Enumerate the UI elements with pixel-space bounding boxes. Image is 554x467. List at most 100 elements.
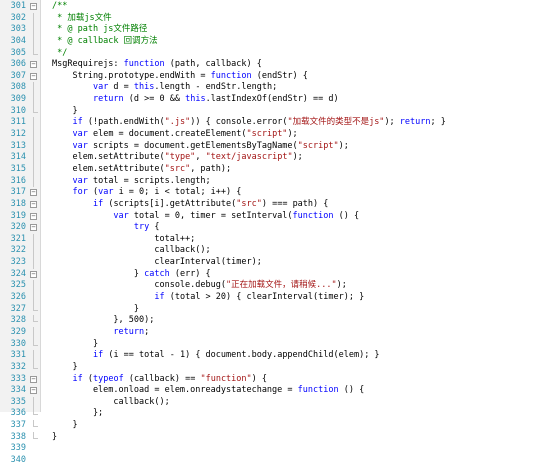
code-line[interactable]: 316 var total = scripts.length; xyxy=(0,175,554,188)
code-line[interactable]: 330 } xyxy=(0,338,554,351)
code-line[interactable]: 304 * @ callback 回调方法 xyxy=(0,35,554,48)
code-token: ); xyxy=(287,129,298,140)
code-line[interactable]: 306− MsgRequirejs: function (path, callba… xyxy=(0,59,554,71)
code-token: } xyxy=(52,431,58,442)
code-line[interactable]: 315 elem.setAttribute("src", path); xyxy=(0,163,554,176)
code-line[interactable]: 323 clearInterval(timer); xyxy=(0,257,554,269)
code-token: var xyxy=(72,175,88,186)
code-line[interactable]: 334− elem.onload = elem.onreadystatechan… xyxy=(0,385,554,397)
code-token: }, 500); xyxy=(52,315,155,326)
code-line[interactable]: 309 return (d >= 0 && this.lastIndexOf(e… xyxy=(0,94,554,106)
code-line[interactable]: 338} xyxy=(0,431,554,444)
code-token: var xyxy=(72,129,88,140)
line-number: 305 xyxy=(10,47,26,58)
fold-guide xyxy=(33,326,34,339)
code-text: }; xyxy=(52,408,103,420)
line-number: 339 xyxy=(10,443,26,454)
code-line[interactable]: 321 total++; xyxy=(0,233,554,246)
line-number: 322 xyxy=(10,245,26,256)
code-token: console.debug( xyxy=(52,280,226,291)
code-line[interactable]: 305 */ xyxy=(0,47,554,60)
code-text: var scripts = document.getElementsByTagN… xyxy=(52,141,348,153)
fold-toggle-icon[interactable]: − xyxy=(30,61,37,69)
code-line[interactable]: 329 return; xyxy=(0,326,554,339)
code-lines[interactable]: 301−/** 302 * 加载js文件 303 * @ path js文件路径 30… xyxy=(0,1,554,467)
code-line[interactable]: 314 elem.setAttribute("type", "text/java… xyxy=(0,152,554,164)
code-line[interactable]: 335 callback(); xyxy=(0,396,554,409)
code-line[interactable]: 336 }; xyxy=(0,408,554,420)
code-line[interactable]: 322 callback(); xyxy=(0,245,554,258)
code-line[interactable]: 313 var scripts = document.getElementsBy… xyxy=(0,140,554,153)
code-line[interactable]: 317− for (var i = 0; i < total; i++) { xyxy=(0,187,554,199)
code-token: * @ callback 回调方法 xyxy=(52,35,158,46)
line-number: 313 xyxy=(10,140,26,151)
code-text: try { xyxy=(52,222,160,234)
code-token: ); xyxy=(292,152,303,163)
code-line[interactable]: 302 * 加载js文件 xyxy=(0,12,554,25)
code-line[interactable]: 337 } xyxy=(0,420,554,432)
line-number: 303 xyxy=(10,24,26,35)
code-token: typeof xyxy=(92,373,124,384)
code-token: if xyxy=(154,292,165,303)
fold-end-marker xyxy=(33,105,38,113)
line-number: 311 xyxy=(10,117,26,128)
line-number: 333 xyxy=(10,373,26,384)
fold-end-marker xyxy=(33,431,38,439)
code-line[interactable]: 312 var elem = document.createElement("s… xyxy=(0,129,554,141)
fold-guide xyxy=(33,12,34,25)
code-text: elem.setAttribute("type", "text/javascri… xyxy=(52,152,303,164)
line-number: 327 xyxy=(10,303,26,314)
fold-end-marker xyxy=(33,47,38,55)
line-number: 337 xyxy=(10,420,26,431)
code-line[interactable]: 308 var d = this.length - endStr.length; xyxy=(0,82,554,95)
code-token: return xyxy=(92,94,124,105)
code-line[interactable]: 307− String.prototype.endWith = function… xyxy=(0,71,554,83)
code-token: { xyxy=(149,222,160,233)
code-token: var xyxy=(98,187,114,198)
fold-toggle-icon[interactable]: − xyxy=(30,72,37,80)
code-line[interactable]: 340 xyxy=(0,455,554,467)
fold-toggle-icon[interactable]: − xyxy=(30,200,37,208)
fold-toggle-icon[interactable]: − xyxy=(30,375,37,383)
fold-toggle-icon[interactable]: − xyxy=(30,189,37,197)
code-token: ; } xyxy=(430,117,446,128)
code-token: if xyxy=(92,350,104,361)
code-line[interactable]: 325 console.debug("正在加载文件，请稍候..."); xyxy=(0,280,554,293)
fold-toggle-icon[interactable]: − xyxy=(30,270,37,278)
code-line[interactable]: 319− var total = 0, timer = setInterval(… xyxy=(0,211,554,223)
line-number: 332 xyxy=(10,361,26,372)
code-token: (endStr) { xyxy=(251,70,308,81)
fold-guide xyxy=(33,257,34,269)
code-line[interactable]: 326 if (total > 20) { clearInterval(time… xyxy=(0,292,554,304)
fold-toggle-icon[interactable]: − xyxy=(30,387,37,395)
code-line[interactable]: 327 } xyxy=(0,303,554,316)
code-token: /** xyxy=(52,1,68,11)
fold-guide xyxy=(33,94,34,106)
code-token: elem = document.createElement( xyxy=(87,129,247,140)
code-line[interactable]: 339 xyxy=(0,443,554,455)
fold-guide xyxy=(33,163,34,176)
code-line[interactable]: 303 * @ path js文件路径 xyxy=(0,24,554,36)
code-line[interactable]: 331 if (i == total - 1) { document.body.… xyxy=(0,350,554,362)
line-number: 320 xyxy=(10,222,26,233)
code-line[interactable]: 328 }, 500); xyxy=(0,315,554,327)
fold-toggle-icon[interactable]: − xyxy=(30,224,37,232)
fold-toggle-icon[interactable]: − xyxy=(30,212,37,220)
code-line[interactable]: 320− try { xyxy=(0,222,554,234)
code-line[interactable]: 332 } xyxy=(0,361,554,374)
fold-end-marker xyxy=(33,303,38,311)
code-token: ( xyxy=(82,373,93,384)
code-editor[interactable]: 301−/** 302 * 加载js文件 303 * @ path js文件路径 30… xyxy=(0,0,554,465)
fold-guide xyxy=(33,350,34,362)
code-line[interactable]: 301− /** xyxy=(0,1,554,13)
code-line[interactable]: 333− if (typeof (callback) == "function"… xyxy=(0,374,554,386)
code-token: ; xyxy=(144,326,150,337)
code-line[interactable]: 324− } catch (err) { xyxy=(0,269,554,281)
fold-end-marker xyxy=(33,338,38,346)
code-line[interactable]: 310 } xyxy=(0,105,554,118)
code-token: * 加载js文件 xyxy=(52,12,112,23)
fold-toggle-icon[interactable]: − xyxy=(30,3,37,10)
code-line[interactable]: 318− if (scripts[i].getAttribute("src") … xyxy=(0,199,554,211)
code-line[interactable]: 311 if (!path.endWith(".js")) { console.… xyxy=(0,117,554,130)
